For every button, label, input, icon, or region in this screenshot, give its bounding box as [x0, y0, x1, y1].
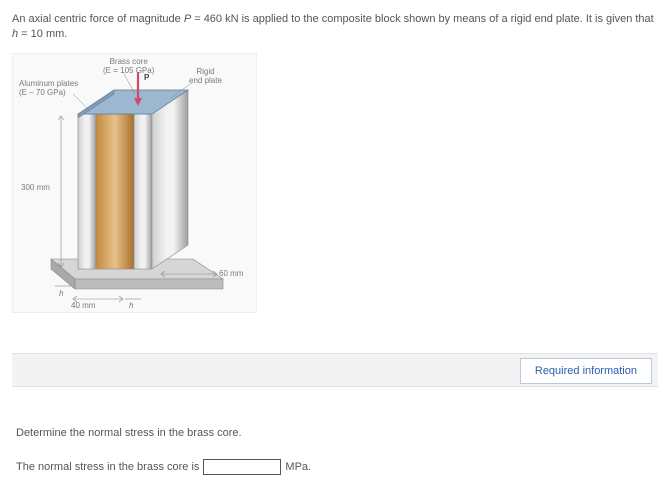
label-h1: h — [59, 290, 63, 299]
tab-bar: Required information — [12, 353, 658, 387]
tab-required-information[interactable]: Required information — [520, 358, 652, 384]
label-width-60: 60 mm — [219, 270, 243, 279]
label-rigid-l1: Rigid — [196, 67, 214, 76]
problem-text-a: An axial centric force of magnitude — [12, 13, 184, 25]
answer-input[interactable] — [203, 459, 281, 475]
label-p-arrow: P — [144, 74, 149, 83]
answer-unit: MPa. — [285, 461, 311, 473]
label-height-300: 300 mm — [21, 184, 50, 193]
label-aluminum: Aluminum plates (E – 70 GPa) — [19, 80, 78, 98]
problem-text-c: = 10 mm. — [18, 28, 67, 40]
label-aluminum-l2: (E – 70 GPa) — [19, 88, 66, 97]
label-aluminum-l1: Aluminum plates — [19, 79, 78, 88]
label-h2: h — [129, 302, 133, 311]
problem-statement: An axial centric force of magnitude P = … — [12, 12, 658, 43]
label-width-40: 40 mm — [71, 302, 95, 311]
composite-block-figure: Brass core (E = 105 GPa) Aluminum plates… — [12, 53, 257, 313]
answer-row: The normal stress in the brass core is M… — [16, 459, 658, 475]
label-brass-core-l1: Brass core — [110, 57, 148, 66]
question-prompt: Determine the normal stress in the brass… — [16, 427, 658, 439]
label-rigid-l2: end plate — [189, 76, 222, 85]
label-rigid-plate: Rigid end plate — [189, 68, 222, 86]
answer-prefix: The normal stress in the brass core is — [16, 461, 199, 473]
question-body: Determine the normal stress in the brass… — [12, 427, 658, 475]
problem-text-b: = 460 kN is applied to the composite blo… — [191, 13, 654, 25]
